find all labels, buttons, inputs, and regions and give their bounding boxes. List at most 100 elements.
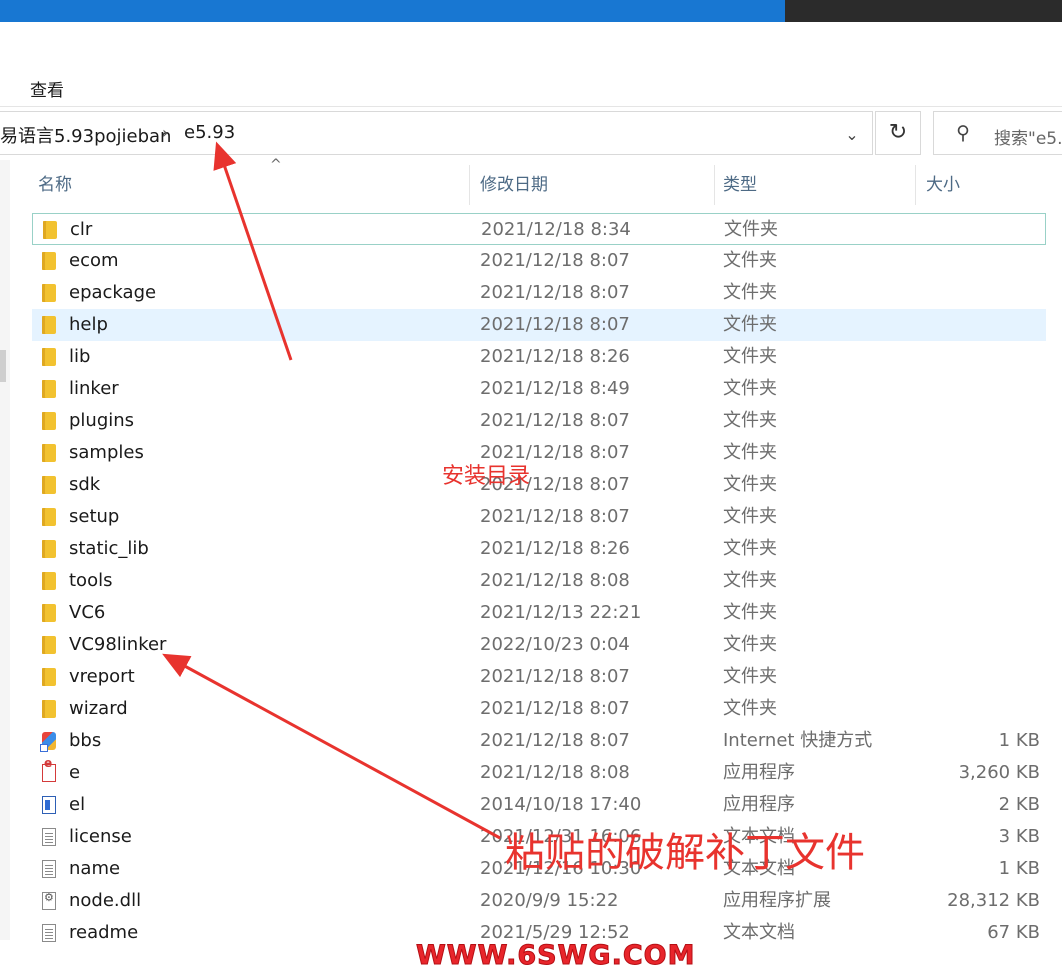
file-type: 应用程序 [723, 762, 795, 783]
file-row[interactable]: el 2014/10/18 17:40 应用程序 2 KB [32, 789, 1046, 821]
e-app-icon [42, 756, 56, 782]
breadcrumb-current[interactable]: e5.93 [184, 122, 235, 143]
file-size: 1 KB [998, 858, 1040, 879]
file-row[interactable]: VC98linker 2022/10/23 0:04 文件夹 [32, 629, 1046, 661]
file-row[interactable]: tools 2021/12/18 8:08 文件夹 [32, 565, 1046, 597]
file-row[interactable]: samples 2021/12/18 8:07 文件夹 [32, 437, 1046, 469]
file-row[interactable]: help 2021/12/18 8:07 文件夹 [32, 309, 1046, 341]
file-name: VC6 [69, 602, 106, 623]
file-row[interactable]: plugins 2021/12/18 8:07 文件夹 [32, 405, 1046, 437]
file-size: 28,312 KB [947, 890, 1040, 911]
file-row[interactable]: node.dll 2020/9/9 15:22 应用程序扩展 28,312 KB [32, 885, 1046, 917]
file-row[interactable]: clr 2021/12/18 8:34 文件夹 [32, 213, 1046, 245]
scrollbar-thumb[interactable] [0, 350, 6, 382]
file-type: 应用程序扩展 [723, 890, 831, 911]
file-name: samples [69, 442, 144, 463]
folder-icon [42, 476, 56, 494]
dll-file-icon [42, 891, 56, 910]
file-row[interactable]: lib 2021/12/18 8:26 文件夹 [32, 341, 1046, 373]
file-type: 文件夹 [723, 570, 777, 591]
file-row[interactable]: wizard 2021/12/18 8:07 文件夹 [32, 693, 1046, 725]
column-header: ^ 名称 修改日期 类型 大小 [30, 157, 1055, 207]
file-size: 3 KB [998, 826, 1040, 847]
folder-icon [42, 444, 56, 462]
file-type: 文件夹 [723, 250, 777, 271]
search-icon: ⚲ [956, 122, 970, 144]
file-date: 2021/12/18 8:07 [480, 698, 630, 719]
file-row[interactable]: static_lib 2021/12/18 8:26 文件夹 [32, 533, 1046, 565]
file-row[interactable]: ecom 2021/12/18 8:07 文件夹 [32, 245, 1046, 277]
file-date: 2021/12/18 8:08 [480, 570, 630, 591]
column-date[interactable]: 修改日期 [472, 165, 715, 205]
navigation-pane[interactable] [0, 160, 10, 940]
file-date: 2021/12/18 8:07 [480, 730, 630, 751]
file-row[interactable]: epackage 2021/12/18 8:07 文件夹 [32, 277, 1046, 309]
file-date: 2020/9/9 15:22 [480, 890, 619, 911]
file-type: 文件夹 [723, 442, 777, 463]
file-row[interactable]: bbs 2021/12/18 8:07 Internet 快捷方式 1 KB [32, 725, 1046, 757]
file-name: lib [69, 346, 91, 367]
text-file-icon [42, 828, 56, 846]
file-name: setup [69, 506, 120, 527]
internet-shortcut-icon [40, 732, 56, 752]
file-type: 文件夹 [723, 698, 777, 719]
column-name[interactable]: 名称 [30, 165, 470, 205]
folder-icon [42, 572, 56, 590]
file-type: 文件夹 [724, 219, 778, 240]
file-name: tools [69, 570, 113, 591]
file-name: sdk [69, 474, 101, 495]
refresh-button[interactable]: ↻ [875, 111, 921, 155]
file-date: 2021/12/13 22:21 [480, 602, 642, 623]
file-type: 文件夹 [723, 346, 777, 367]
file-date: 2021/12/18 8:34 [481, 219, 631, 240]
text-file-icon [42, 860, 56, 878]
file-size: 2 KB [998, 794, 1040, 815]
background-window [785, 0, 1062, 22]
file-row[interactable]: vreport 2021/12/18 8:07 文件夹 [32, 661, 1046, 693]
file-date: 2021/12/18 8:49 [480, 378, 630, 399]
file-name: license [69, 826, 132, 847]
file-row[interactable]: sdk 2021/12/18 8:07 文件夹 [32, 469, 1046, 501]
folder-icon [42, 508, 56, 526]
chevron-down-icon[interactable]: ⌄ [838, 122, 866, 148]
address-bar[interactable]: 易语言5.93pojieban › e5.93 ⌄ [0, 111, 873, 155]
file-row[interactable]: e 2021/12/18 8:08 应用程序 3,260 KB [32, 756, 1046, 789]
file-type: Internet 快捷方式 [723, 730, 873, 751]
file-name: e [69, 762, 81, 783]
annotation-install-dir: 安装目录 [442, 464, 531, 489]
folder-icon [42, 316, 56, 334]
file-type: 文件夹 [723, 282, 777, 303]
file-name: bbs [69, 730, 102, 751]
folder-icon [42, 380, 56, 398]
file-type: 文件夹 [723, 634, 777, 655]
file-type: 文件夹 [723, 666, 777, 687]
file-name: epackage [69, 282, 157, 303]
folder-icon [42, 668, 56, 686]
file-name: VC98linker [69, 634, 167, 655]
file-date: 2021/12/18 8:07 [480, 282, 630, 303]
file-size: 3,260 KB [958, 762, 1040, 783]
folder-icon [42, 636, 56, 654]
column-type[interactable]: 类型 [715, 165, 916, 205]
file-name: static_lib [69, 538, 149, 559]
file-date: 2021/12/18 8:07 [480, 410, 630, 431]
file-date: 2022/10/23 0:04 [480, 634, 630, 655]
file-row[interactable]: linker 2021/12/18 8:49 文件夹 [32, 373, 1046, 405]
file-date: 2021/12/18 8:08 [480, 762, 630, 783]
file-type: 应用程序 [723, 794, 795, 815]
file-name: ecom [69, 250, 119, 271]
file-row[interactable]: VC6 2021/12/13 22:21 文件夹 [32, 597, 1046, 629]
file-name: clr [70, 219, 93, 240]
folder-icon [42, 412, 56, 430]
column-size[interactable]: 大小 [918, 165, 1048, 205]
tab-view[interactable]: 查看 [30, 76, 64, 101]
search-box[interactable]: ⚲ 搜索"e5.93" [933, 111, 1062, 155]
file-row[interactable]: setup 2021/12/18 8:07 文件夹 [32, 501, 1046, 533]
breadcrumb-parent[interactable]: 易语言5.93pojieban [0, 122, 171, 148]
file-size: 67 KB [987, 922, 1040, 943]
chevron-right-icon[interactable]: › [162, 123, 168, 142]
file-name: wizard [69, 698, 128, 719]
search-input[interactable]: 搜索"e5.93" [994, 124, 1062, 149]
file-name: plugins [69, 410, 135, 431]
ribbon: 查看 [0, 22, 1062, 107]
